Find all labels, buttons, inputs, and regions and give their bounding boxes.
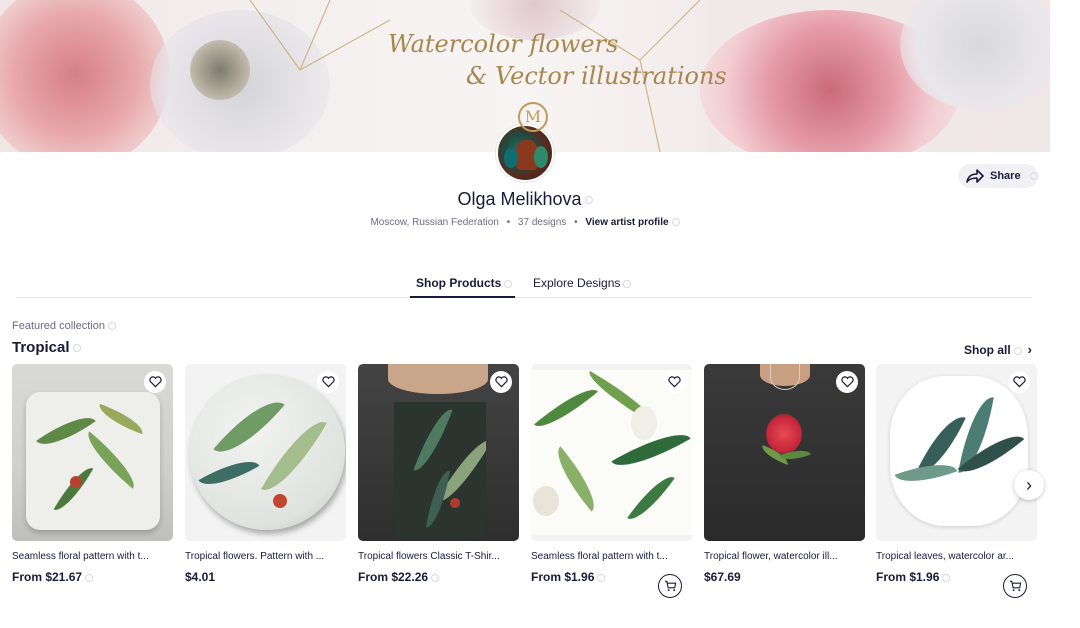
tab-shop-products[interactable]: Shop Products <box>416 276 513 290</box>
loading-dot-icon <box>431 573 440 582</box>
shop-all-link[interactable]: Shop all › <box>964 342 1032 357</box>
artist-location: Moscow, Russian Federation <box>370 217 499 228</box>
loading-dot-icon <box>1013 346 1022 355</box>
product-title[interactable]: Seamless floral pattern with t... <box>531 551 681 562</box>
price-text: From $1.96 <box>531 570 595 584</box>
product-card[interactable]: Tropical flower, watercolor ill... $67.6… <box>704 364 865 584</box>
meta-separator: • <box>574 217 578 228</box>
product-image-pillow[interactable] <box>12 364 173 541</box>
loading-dot-icon <box>504 279 513 288</box>
loading-dot-icon <box>671 218 680 227</box>
shop-all-label: Shop all <box>964 343 1011 357</box>
artist-name: Olga Melikhova <box>0 189 1050 210</box>
loading-dot-icon <box>72 344 81 353</box>
avatar[interactable] <box>496 124 554 182</box>
kicker-text: Featured collection <box>12 320 105 332</box>
product-title[interactable]: Tropical leaves, watercolor ar... <box>876 551 1026 562</box>
chevron-right-icon: › <box>1027 342 1033 357</box>
favorite-heart-icon[interactable] <box>663 371 685 393</box>
view-artist-profile-link[interactable]: View artist profile <box>585 217 668 228</box>
loading-dot-icon <box>942 573 951 582</box>
product-image-sweatshirt[interactable] <box>704 364 865 541</box>
cart-icon <box>664 580 676 592</box>
product-title[interactable]: Tropical flowers Classic T-Shir... <box>358 551 508 562</box>
tab-label: Shop Products <box>416 276 502 290</box>
product-image-leaf-sticker[interactable] <box>876 364 1037 541</box>
active-tab-indicator <box>410 296 515 298</box>
banner-heading: Watercolor flowers & Vector illustration… <box>388 28 727 92</box>
favorite-heart-icon[interactable] <box>144 371 166 393</box>
product-card[interactable]: Tropical flowers Classic T-Shir... From … <box>358 364 519 584</box>
collection-title-text: Tropical <box>12 339 70 356</box>
price-text: From $21.67 <box>12 570 83 584</box>
product-price: $4.01 <box>185 570 346 584</box>
favorite-heart-icon[interactable] <box>836 371 858 393</box>
product-card[interactable]: Tropical flowers. Pattern with ... $4.01 <box>185 364 346 584</box>
product-image-button[interactable] <box>185 364 346 541</box>
share-label: Share <box>990 170 1021 182</box>
artist-meta: Moscow, Russian Federation • 37 designs … <box>0 217 1050 228</box>
tab-explore-designs[interactable]: Explore Designs <box>533 276 632 290</box>
artist-shop-page: Watercolor flowers & Vector illustration… <box>0 0 1080 628</box>
shop-tabs: Shop Products Explore Designs <box>16 270 1032 298</box>
artist-name-text: Olga Melikhova <box>457 189 582 209</box>
favorite-heart-icon[interactable] <box>317 371 339 393</box>
product-image-sticker[interactable] <box>531 364 692 541</box>
add-to-cart-button[interactable] <box>658 574 682 598</box>
tab-label: Explore Designs <box>533 276 621 290</box>
chevron-right-icon: › <box>1026 474 1032 495</box>
share-button[interactable]: Share <box>958 164 1038 188</box>
banner-line-2: & Vector illustrations <box>466 62 727 90</box>
price-text: From $1.96 <box>876 570 940 584</box>
carousel-next-button[interactable]: › <box>1014 470 1044 500</box>
product-card[interactable]: Seamless floral pattern with t... From $… <box>531 364 692 598</box>
product-title[interactable]: Seamless floral pattern with t... <box>12 551 162 562</box>
loading-dot-icon <box>1029 172 1038 180</box>
favorite-heart-icon[interactable] <box>1008 371 1030 393</box>
product-price: From $21.67 <box>12 570 173 584</box>
product-price: $67.69 <box>704 570 865 584</box>
loading-dot-icon <box>597 573 606 582</box>
product-title[interactable]: Tropical flower, watercolor ill... <box>704 551 854 562</box>
product-price: From $22.26 <box>358 570 519 584</box>
cart-icon <box>1009 580 1021 592</box>
meta-separator: • <box>506 217 511 228</box>
collection-title[interactable]: Tropical <box>12 339 81 356</box>
price-text: From $22.26 <box>358 570 429 584</box>
loading-dot-icon <box>623 279 632 288</box>
product-image-tshirt[interactable] <box>358 364 519 541</box>
banner-line-1: Watercolor flowers <box>388 30 619 58</box>
loading-dot-icon <box>107 322 116 331</box>
loading-dot-icon <box>85 573 94 582</box>
monogram-logo: M <box>518 102 548 132</box>
artist-design-count: 37 designs <box>517 217 567 228</box>
product-card[interactable]: Seamless floral pattern with t... From $… <box>12 364 173 584</box>
price-text: $4.01 <box>185 570 216 584</box>
loading-dot-icon <box>584 196 593 205</box>
price-text: $67.69 <box>704 570 741 584</box>
add-to-cart-button[interactable] <box>1003 574 1027 598</box>
featured-collection-kicker: Featured collection <box>12 320 116 332</box>
share-arrow-icon <box>966 169 984 183</box>
favorite-heart-icon[interactable] <box>490 371 512 393</box>
product-title[interactable]: Tropical flowers. Pattern with ... <box>185 551 335 562</box>
product-card[interactable]: Tropical leaves, watercolor ar... From $… <box>876 364 1037 598</box>
